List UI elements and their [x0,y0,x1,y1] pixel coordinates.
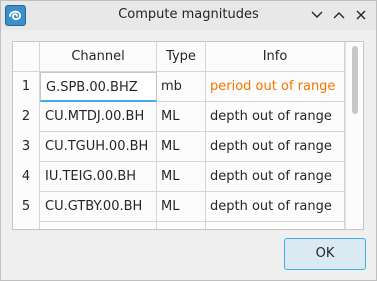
header-type[interactable]: Type [157,42,206,72]
table-row[interactable]: 4 IU.TEIG.00.BH ML depth out of range [13,162,345,192]
close-icon [356,10,366,20]
info-cell[interactable]: period out of range [206,72,345,102]
minimize-button[interactable] [307,5,327,25]
type-cell[interactable]: mb [157,72,206,102]
header-info[interactable]: Info [206,42,345,72]
row-number: 1 [13,72,40,102]
table-row[interactable]: 1 G.SPB.00.BHZ mb period out of range [13,72,345,102]
info-cell[interactable]: depth out of range [206,132,345,162]
type-cell[interactable] [157,222,206,229]
type-cell[interactable]: ML [157,132,206,162]
row-number: 2 [13,102,40,132]
vertical-scrollbar[interactable] [345,42,363,229]
magnitudes-table[interactable]: Channel Type Info 1 G.SPB.00.BHZ mb peri… [12,41,364,230]
channel-cell[interactable]: CU.MTDJ.00.BH [40,102,157,132]
info-cell[interactable]: depth out of range [206,192,345,222]
type-cell[interactable]: ML [157,102,206,132]
row-number: 3 [13,132,40,162]
type-cell[interactable]: ML [157,192,206,222]
header-corner [13,42,40,72]
chevron-up-icon [333,12,345,19]
close-button[interactable] [351,5,371,25]
channel-cell[interactable]: CU.GTBY.00.BH [40,192,157,222]
info-cell[interactable]: depth out of range [206,102,345,132]
table-row[interactable]: 2 CU.MTDJ.00.BH ML depth out of range [13,102,345,132]
channel-cell-editor[interactable]: G.SPB.00.BHZ [40,72,157,102]
info-cell[interactable]: depth out of range [206,162,345,192]
row-number: 4 [13,162,40,192]
row-number [13,222,40,229]
scrollbar-thumb[interactable] [352,46,358,114]
compute-magnitudes-dialog: Compute magnitudes Channel Type Info 1 G… [0,0,377,281]
table-row-partial[interactable] [13,222,345,229]
chevron-down-icon [311,11,323,18]
row-number: 5 [13,192,40,222]
title-bar[interactable]: Compute magnitudes [1,1,376,30]
type-cell[interactable]: ML [157,162,206,192]
ok-button[interactable]: OK [284,238,366,270]
table-header: Channel Type Info [13,42,345,72]
info-cell[interactable] [206,222,345,229]
table-row[interactable]: 5 CU.GTBY.00.BH ML depth out of range [13,192,345,222]
channel-cell[interactable]: IU.TEIG.00.BH [40,162,157,192]
table-row[interactable]: 3 CU.TGUH.00.BH ML depth out of range [13,132,345,162]
header-channel[interactable]: Channel [40,42,157,72]
channel-cell[interactable] [40,222,157,229]
maximize-button[interactable] [329,5,349,25]
channel-cell[interactable]: CU.TGUH.00.BH [40,132,157,162]
